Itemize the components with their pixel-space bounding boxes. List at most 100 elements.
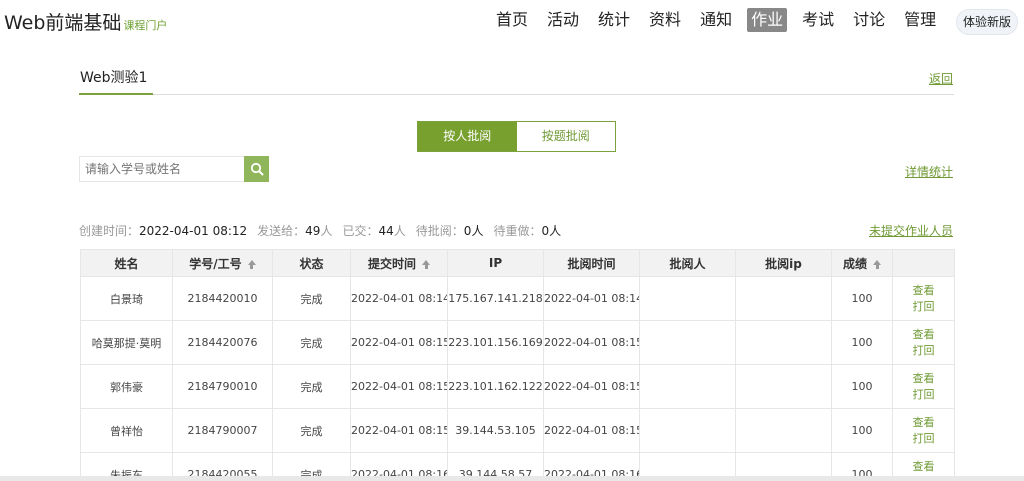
submission-stats: 创建时间：2022-04-01 08:12 发送给：49人 已交：44人 待批阅：0人…	[79, 222, 561, 239]
created-time-label: 创建时间：	[79, 224, 140, 238]
main-nav: 首页 活动 统计 资料 通知 作业 考试 讨论 管理	[492, 8, 951, 32]
cell-reviewer	[639, 276, 736, 321]
sort-icon[interactable]	[873, 259, 881, 269]
cell-submit-time: 2022-04-01 08:14	[350, 276, 448, 321]
cell-review-time: 2022-04-01 08:15	[543, 364, 640, 409]
assignment-title: Web测验1	[80, 70, 148, 86]
cell-name: 白景琦	[80, 276, 173, 321]
search-input[interactable]	[79, 156, 245, 182]
header-reviewer: 批阅人	[639, 249, 736, 277]
cell-review-time: 2022-04-01 08:15	[543, 320, 640, 365]
table-header-row: 姓名 学号/工号 状态 提交时间 IP 批阅时间 批阅人 批阅ip 成绩	[80, 249, 955, 277]
nav-management[interactable]: 管理	[900, 8, 940, 32]
view-link[interactable]: 查看	[894, 371, 954, 387]
cell-submit-time: 2022-04-01 08:15	[350, 408, 448, 453]
header-score[interactable]: 成绩	[831, 249, 893, 277]
redo-label: 待重做：	[493, 224, 542, 238]
search-button[interactable]	[244, 156, 269, 182]
cell-name: 郭伟豪	[80, 364, 173, 409]
unit-label: 人	[320, 224, 333, 238]
sort-icon[interactable]	[247, 259, 256, 269]
cell-status: 完成	[272, 276, 351, 321]
nav-notices[interactable]: 通知	[696, 8, 736, 32]
nav-materials[interactable]: 资料	[645, 8, 685, 32]
cell-reviewer	[639, 364, 736, 409]
header-name: 姓名	[80, 249, 173, 277]
review-by-question-button[interactable]: 按题批阅	[516, 122, 615, 151]
cell-score: 100	[831, 276, 893, 321]
view-link[interactable]: 查看	[894, 283, 954, 299]
cell-student-id: 2184420010	[172, 276, 273, 321]
cell-score: 100	[831, 320, 893, 365]
cell-ip: 175.167.141.218	[447, 276, 544, 321]
nav-activity[interactable]: 活动	[543, 8, 583, 32]
nav-homework[interactable]: 作业	[747, 8, 788, 32]
review-mode-toggle: 按人批阅 按题批阅	[417, 121, 616, 152]
header-ip: IP	[447, 249, 544, 277]
view-link[interactable]: 查看	[894, 327, 954, 343]
header-submit-time[interactable]: 提交时间	[350, 249, 448, 277]
nav-statistics[interactable]: 统计	[594, 8, 634, 32]
cell-review-time: 2022-04-01 08:14	[543, 276, 640, 321]
return-link[interactable]: 打回	[894, 343, 954, 359]
cell-reviewer-ip	[735, 408, 832, 453]
table-row: 哈莫那提·莫明 2184420076 完成 2022-04-01 08:15 2…	[80, 320, 955, 365]
view-link[interactable]: 查看	[894, 459, 954, 475]
horizontal-scrollbar[interactable]	[0, 476, 1024, 481]
cell-reviewer-ip	[735, 320, 832, 365]
course-name: Web前端基础	[4, 12, 122, 34]
nav-home[interactable]: 首页	[492, 8, 532, 32]
cell-reviewer	[639, 408, 736, 453]
header-submit-time-label: 提交时间	[367, 256, 416, 271]
search-icon	[250, 162, 263, 176]
cell-name: 哈莫那提·莫明	[80, 320, 173, 365]
course-title[interactable]: Web前端基础 课程门户	[4, 8, 167, 35]
unsubmitted-students-link[interactable]: 未提交作业人员	[869, 222, 953, 239]
header-actions	[892, 249, 955, 277]
created-time-value: 2022-04-01 08:12	[139, 224, 248, 238]
cell-status: 完成	[272, 320, 351, 365]
redo-value: 0	[541, 224, 550, 238]
unit-label: 人	[471, 224, 484, 238]
try-new-version-button[interactable]: 体验新版	[956, 9, 1019, 35]
view-link[interactable]: 查看	[894, 415, 954, 431]
back-link[interactable]: 返回	[929, 70, 953, 87]
cell-review-time: 2022-04-01 08:15	[543, 408, 640, 453]
table-row: 白景琦 2184420010 完成 2022-04-01 08:14 175.1…	[80, 276, 955, 321]
header-status: 状态	[272, 249, 351, 277]
cell-actions: 查看打回	[892, 320, 955, 365]
submitted-label: 已交：	[342, 224, 379, 238]
detail-statistics-link[interactable]: 详情统计	[905, 163, 953, 180]
cell-student-id: 2184420076	[172, 320, 273, 365]
cell-actions: 查看打回	[892, 364, 955, 409]
cell-reviewer	[639, 320, 736, 365]
cell-actions: 查看打回	[892, 408, 955, 453]
return-link[interactable]: 打回	[894, 431, 954, 447]
review-by-person-button[interactable]: 按人批阅	[418, 122, 517, 151]
cell-reviewer-ip	[735, 276, 832, 321]
submissions-table: 姓名 学号/工号 状态 提交时间 IP 批阅时间 批阅人 批阅ip 成绩 白景琦…	[80, 249, 955, 481]
title-underline	[79, 93, 153, 95]
sort-icon[interactable]	[422, 259, 430, 269]
cell-score: 100	[831, 364, 893, 409]
top-header: Web前端基础 课程门户 首页 活动 统计 资料 通知 作业 考试 讨论 管理 体…	[0, 0, 1024, 44]
return-link[interactable]: 打回	[894, 299, 954, 315]
sent-to-label: 发送给：	[257, 224, 306, 238]
cell-ip: 223.101.162.122	[447, 364, 544, 409]
cell-submit-time: 2022-04-01 08:15	[350, 364, 448, 409]
header-student-id-label: 学号/工号	[189, 256, 242, 271]
cell-status: 完成	[272, 408, 351, 453]
cell-status: 完成	[272, 364, 351, 409]
cell-score: 100	[831, 408, 893, 453]
course-portal-label: 课程门户	[123, 19, 168, 32]
submitted-value: 44	[378, 224, 394, 238]
header-student-id[interactable]: 学号/工号	[172, 249, 273, 277]
pending-review-label: 待批阅：	[415, 224, 464, 238]
nav-exams[interactable]: 考试	[798, 8, 838, 32]
cell-student-id: 2184790007	[172, 408, 273, 453]
return-link[interactable]: 打回	[894, 387, 954, 403]
title-divider	[79, 94, 954, 95]
header-reviewer-ip: 批阅ip	[735, 249, 832, 277]
nav-discussion[interactable]: 讨论	[849, 8, 889, 32]
cell-ip: 39.144.53.105	[447, 408, 544, 453]
